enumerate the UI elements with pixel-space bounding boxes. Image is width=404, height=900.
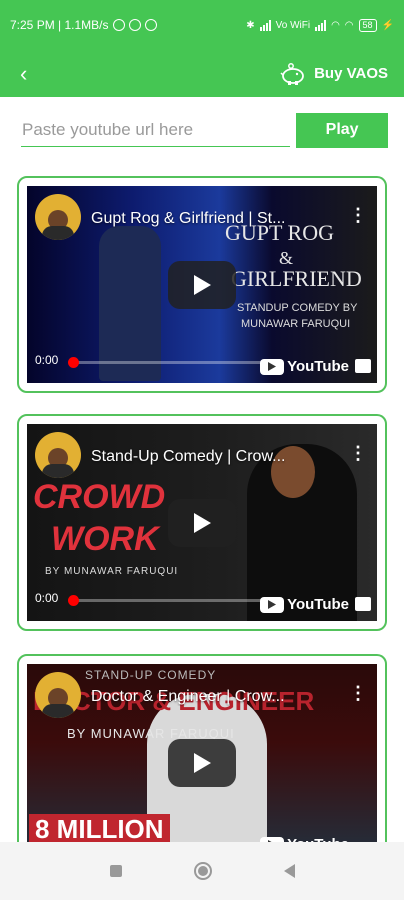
video-card: GUPT ROG & GIRLFRIEND STANDUP COMEDY BY …	[17, 176, 387, 393]
channel-avatar[interactable]	[35, 672, 81, 718]
square-icon[interactable]	[109, 865, 122, 877]
triangle-back-icon[interactable]	[283, 864, 295, 878]
progress-bar[interactable]	[68, 595, 282, 606]
video-title[interactable]: Doctor & Engineer | Crow...	[91, 688, 331, 706]
youtube-label: YouTube	[287, 596, 349, 613]
youtube-label: YouTube	[287, 358, 349, 375]
piggy-bank-icon	[280, 62, 304, 85]
progress-scrubber[interactable]	[68, 357, 79, 368]
alarm-icon	[112, 19, 125, 31]
circle-icon[interactable]	[193, 862, 212, 880]
play-overlay-button[interactable]	[168, 499, 236, 547]
art-line: GIRLFRIEND	[231, 266, 362, 291]
time-label: 0:00	[35, 591, 59, 605]
more-vert-icon[interactable]: ⋮	[349, 206, 367, 224]
performer-figure	[99, 226, 161, 381]
video-card: STAND-UP COMEDY DOCTOR & ENGINEER BY MUN…	[17, 654, 387, 871]
app-bar: ‹ Buy VAOS	[0, 50, 404, 97]
youtube-play-icon	[260, 596, 285, 613]
play-icon	[194, 513, 211, 533]
art-line: STANDUP COMEDY BY	[237, 302, 358, 314]
play-overlay-button[interactable]	[168, 261, 236, 309]
youtube-player[interactable]: CROWD WORK BY MUNAWAR FARUQUI Stand-Up C…	[27, 424, 377, 621]
buy-vaos-button[interactable]: Buy VAOS	[280, 62, 388, 85]
art-line: STAND-UP COMEDY	[85, 668, 217, 682]
status-bar: 7:25 PM | 1.1MB/s ✱ Vo WiFi ◠ ◠ 58 ⚡	[0, 0, 404, 50]
volte-label: Vo WiFi	[275, 19, 311, 31]
more-vert-icon[interactable]: ⋮	[349, 444, 367, 462]
youtube-play-icon	[260, 358, 285, 375]
art-line: WORK	[51, 520, 159, 558]
time-label: 0:00	[35, 353, 59, 367]
back-arrow-icon[interactable]: ‹	[20, 62, 27, 85]
video-title[interactable]: Stand-Up Comedy | Crow...	[91, 448, 331, 466]
video-title[interactable]: Gupt Rog & Girlfriend | St...	[91, 210, 331, 228]
channel-avatar[interactable]	[35, 432, 81, 478]
art-line: 8 MILLION	[29, 814, 170, 845]
fullscreen-icon[interactable]	[355, 359, 371, 373]
more-vert-icon[interactable]: ⋮	[349, 684, 367, 702]
video-card: CROWD WORK BY MUNAWAR FARUQUI Stand-Up C…	[17, 414, 387, 631]
fullscreen-icon[interactable]	[355, 597, 371, 611]
art-line: CROWD	[33, 478, 166, 516]
progress-bar[interactable]	[68, 357, 282, 368]
signal-icon-2	[315, 19, 327, 31]
art-line: MUNAWAR FARUQUI	[241, 318, 351, 330]
wifi-icon: ◠	[331, 19, 340, 31]
art-line: BY MUNAWAR FARUQUI	[45, 566, 179, 577]
play-button[interactable]: Play	[296, 112, 388, 148]
progress-scrubber[interactable]	[68, 595, 79, 606]
play-overlay-button[interactable]	[168, 739, 236, 787]
channel-avatar[interactable]	[35, 194, 81, 240]
play-icon	[194, 275, 211, 295]
status-time: 7:25 PM | 1.1MB/s	[10, 18, 109, 32]
youtube-player[interactable]: GUPT ROG & GIRLFRIEND STANDUP COMEDY BY …	[27, 186, 377, 383]
app-notification-icon	[144, 19, 157, 31]
play-icon	[194, 753, 211, 773]
bluetooth-icon: ✱	[246, 19, 255, 31]
wifi-icon-2: ◠	[344, 19, 354, 31]
battery-level: 58	[362, 20, 373, 30]
url-row: Play	[21, 112, 388, 148]
system-nav-bar	[0, 842, 404, 900]
buy-vaos-label: Buy VAOS	[314, 65, 388, 82]
youtube-logo[interactable]: YouTube	[260, 596, 349, 613]
battery-icon: 58	[358, 18, 377, 32]
signal-icon	[259, 19, 271, 31]
notification-icon	[128, 19, 141, 31]
youtube-logo[interactable]: YouTube	[260, 358, 349, 375]
youtube-player[interactable]: STAND-UP COMEDY DOCTOR & ENGINEER BY MUN…	[27, 664, 377, 861]
youtube-url-input[interactable]	[21, 113, 291, 147]
charging-icon: ⚡	[381, 19, 394, 31]
